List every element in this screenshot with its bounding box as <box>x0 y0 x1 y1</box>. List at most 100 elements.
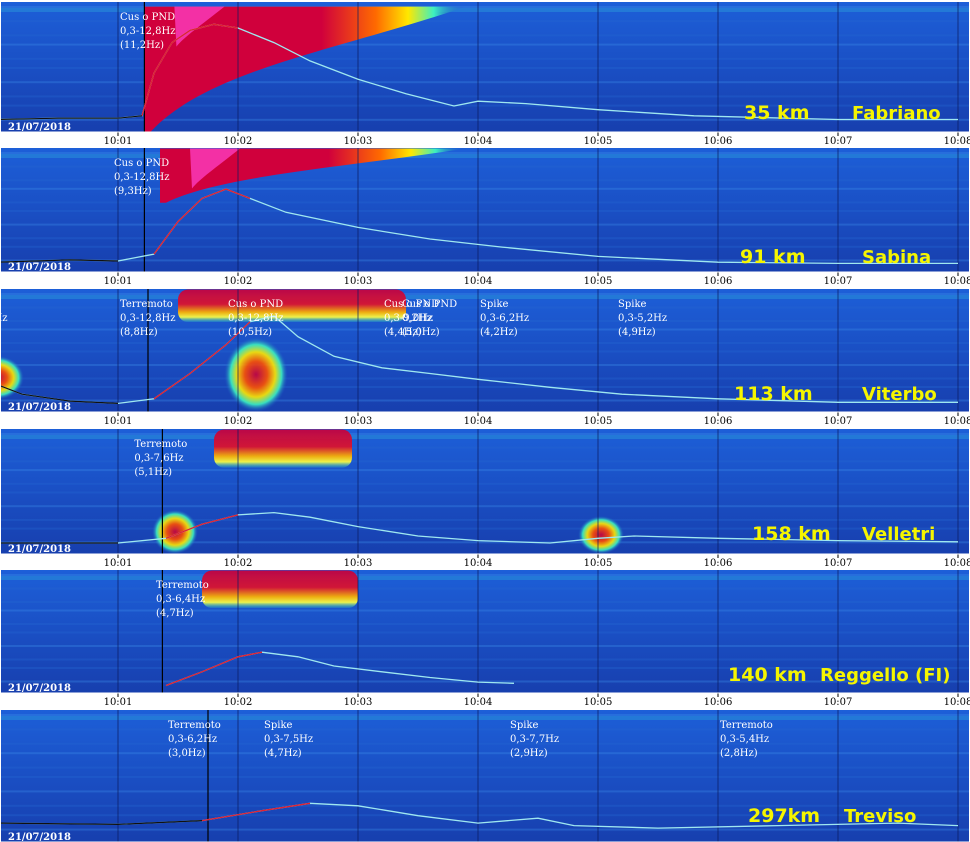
tick-label: 10:01 <box>104 136 133 147</box>
tick-label: 10:04 <box>464 558 493 569</box>
annotation-text: Cus o PND <box>114 158 169 169</box>
tick-label: 10:02 <box>224 416 253 427</box>
noise-streak <box>0 386 970 388</box>
station-label: Fabriano <box>852 103 941 124</box>
noise-streak <box>0 491 970 494</box>
annotation-text: 0,3-6,2Hz <box>168 734 217 745</box>
noise-streak <box>0 237 970 240</box>
noise-streak <box>0 601 970 603</box>
spectrogram-figure: Cus o PND 0,3-12,8Hz (11,2Hz) 21/07/2018 35 … <box>0 1 970 842</box>
annotation-text: Terremoto <box>168 720 221 731</box>
noise-streak <box>0 609 970 612</box>
spectrogram-panels: Cus o PND 0,3-12,8Hz (11,2Hz) 21/07/2018 35 … <box>0 1 970 842</box>
noise-streak <box>0 342 970 344</box>
annotation-text: 0,3-12,8Hz <box>228 313 284 324</box>
tick-label: 10:03 <box>344 276 373 287</box>
noise-streak <box>0 350 970 353</box>
annotation-text: (10,5Hz) <box>228 327 272 338</box>
noise-streak <box>0 482 970 485</box>
annotation-text: Spike <box>618 299 647 310</box>
tick-label: 10:07 <box>824 558 853 569</box>
tick-label: 10:07 <box>824 276 853 287</box>
tick-label: 10:04 <box>464 697 493 708</box>
annotation-text: 0,3-7,6Hz <box>134 453 183 464</box>
tick-label: 10:01 <box>104 416 133 427</box>
noise-streak <box>0 245 970 248</box>
annotation-text: Cus o PND <box>120 12 175 23</box>
tick-label: 10:03 <box>344 558 373 569</box>
noise-streak <box>0 377 970 380</box>
noise-streak <box>0 766 970 769</box>
annotation-text: Spike <box>480 299 509 310</box>
noise-streak <box>0 259 970 262</box>
annotation-text: 0,3-7,7Hz <box>510 734 559 745</box>
panel-viterbo: Terremoto 0,3-12,8Hz (8,8Hz) Spike 0,3-12,8H… <box>0 288 970 427</box>
annotation-text: Terremoto <box>120 299 173 310</box>
tick-label: 10:05 <box>584 276 613 287</box>
annotation-text: Terremoto <box>134 439 187 450</box>
tick-label: 10:08 <box>944 416 970 427</box>
noise-streak <box>0 752 970 755</box>
tick-label: 10:05 <box>584 136 613 147</box>
annotation-text: (9,3Hz) <box>114 186 152 197</box>
energy-region <box>202 570 358 608</box>
annotation-text: 0,3-6,4Hz <box>156 594 205 605</box>
tick-label: 10:07 <box>824 136 853 147</box>
annotation-text: 0,3-12,8Hz <box>120 26 176 37</box>
station-label: Treviso <box>844 806 916 827</box>
noise-streak <box>0 574 970 576</box>
tick-label: 10:02 <box>224 558 253 569</box>
station-label: Velletri <box>862 524 935 545</box>
tick-label: 10:06 <box>704 416 733 427</box>
annotation-text: Cus o PND <box>402 299 457 310</box>
annotation-text: 0,3-7,5Hz <box>264 734 313 745</box>
noise-streak <box>0 814 970 817</box>
noise-streak <box>0 645 970 647</box>
tick-label: 10:08 <box>944 697 970 708</box>
annotation-text: Terremoto <box>720 720 773 731</box>
tick-label: 10:06 <box>704 136 733 147</box>
distance-label: 158 km <box>752 523 831 545</box>
annotation-text: (4,9Hz) <box>618 327 656 338</box>
annotation-text: 0,3-12,8Hz <box>114 172 170 183</box>
date-label: 21/07/2018 <box>8 544 71 555</box>
energy-region <box>178 289 406 322</box>
distance-label: 113 km <box>734 383 813 405</box>
tick-label: 10:01 <box>104 276 133 287</box>
tick-label: 10:06 <box>704 558 733 569</box>
tick-label: 10:08 <box>944 136 970 147</box>
tick-label: 10:04 <box>464 136 493 147</box>
noise-streak <box>0 210 970 212</box>
annotation-text: 0,3-12,8Hz <box>120 313 176 324</box>
noise-streak <box>0 201 970 204</box>
annotation-text: (11,2Hz) <box>120 40 164 51</box>
tick-label: 10:05 <box>584 416 613 427</box>
tick-label: 10:08 <box>944 276 970 287</box>
annotation-text: (5,0Hz) <box>402 327 440 338</box>
annotation-text: (2,9Hz) <box>510 748 548 759</box>
panel-fabriano: Cus o PND 0,3-12,8Hz (11,2Hz) 21/07/2018 35 … <box>0 1 970 147</box>
annotation-text: 0,3-12,8Hz <box>0 313 8 324</box>
annotation-text: Spike <box>264 720 293 731</box>
date-label: 21/07/2018 <box>8 683 71 694</box>
panel-sabina: Cus o PND 0,3-12,8Hz (9,3Hz) 21/07/2018 91 k… <box>0 147 970 287</box>
tick-label: 10:03 <box>344 697 373 708</box>
tick-label: 10:06 <box>704 276 733 287</box>
station-label: Viterbo <box>862 384 937 405</box>
tick-label: 10:03 <box>344 416 373 427</box>
tick-label: 10:05 <box>584 697 613 708</box>
noise-streak <box>0 658 970 661</box>
noise-band <box>0 576 970 580</box>
date-label: 21/07/2018 <box>8 122 71 133</box>
tick-label: 10:02 <box>224 697 253 708</box>
noise-streak <box>0 364 970 366</box>
annotation-text: (4,2Hz) <box>480 327 518 338</box>
noise-streak <box>0 714 970 716</box>
date-label: 21/07/2018 <box>8 402 71 413</box>
station-label: Sabina <box>862 247 931 268</box>
distance-label: 91 km <box>740 246 806 268</box>
station-label: Reggello (FI) <box>820 665 950 686</box>
date-label: 21/07/2018 <box>8 262 71 273</box>
annotation-text: 0,3-6,2Hz <box>480 313 529 324</box>
noise-streak <box>0 518 970 521</box>
